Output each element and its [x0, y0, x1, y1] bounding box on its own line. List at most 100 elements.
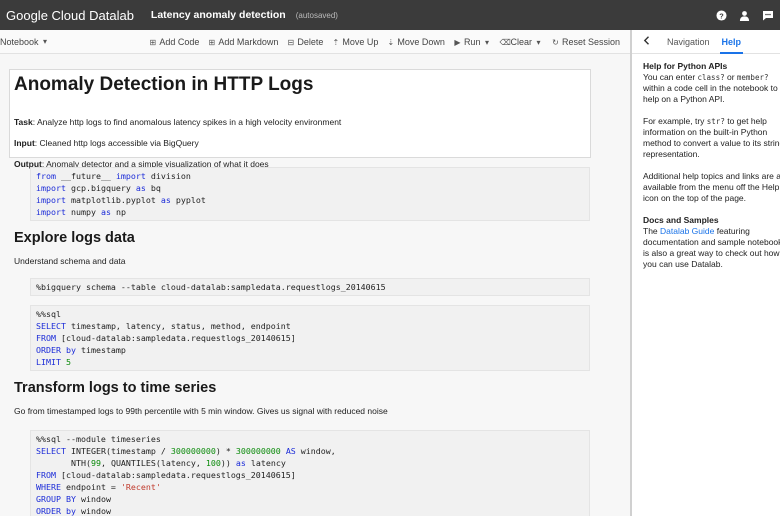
- code-keyword: WHERE: [36, 482, 61, 492]
- help-code-class: class?: [697, 73, 725, 82]
- code-cell-schema[interactable]: %bigquery schema --table cloud-datalab:s…: [30, 278, 590, 296]
- delete-button[interactable]: ⊟ Delete: [286, 37, 324, 47]
- notebook-menu[interactable]: Notebook ▾: [0, 37, 50, 47]
- play-icon: ▶: [454, 37, 461, 47]
- move-up-label: Move Up: [342, 37, 379, 47]
- move-down-button[interactable]: ⇣ Move Down: [386, 37, 445, 47]
- markdown-cell-intro[interactable]: Anomaly Detection in HTTP Logs Task: Ana…: [9, 69, 591, 169]
- tab-help[interactable]: Help: [719, 30, 743, 54]
- help-additional-section: Additional help topics and links are a a…: [643, 171, 780, 204]
- help-code-str: str?: [706, 117, 725, 126]
- help-heading: Help for Python APIs: [643, 61, 728, 71]
- code-line: from __future__ import division: [36, 171, 191, 181]
- plus-box-icon: ⊞: [149, 37, 157, 47]
- help-text: Additional help topics and links are a: [643, 171, 780, 181]
- move-up-button[interactable]: ⇡ Move Up: [331, 37, 379, 47]
- code-number: 100: [205, 458, 221, 468]
- code-keyword: import: [36, 195, 66, 205]
- plus-box-icon: ⊞: [208, 37, 216, 47]
- datalab-guide-link[interactable]: Datalab Guide: [660, 226, 714, 236]
- code-line: import matplotlib.pyplot as pyplot: [36, 195, 206, 205]
- caret-down-icon: ▾: [43, 37, 48, 46]
- code-line: FROM [cloud-datalab:sampledata.requestlo…: [36, 333, 296, 343]
- explore-text: Understand schema and data: [14, 256, 126, 266]
- help-text: featuring: [714, 226, 750, 236]
- input-label: Input: [14, 138, 35, 148]
- help-text: help on a Python API.: [643, 94, 725, 104]
- code-keyword: as: [135, 183, 146, 193]
- reset-session-button[interactable]: ↻ Reset Session: [551, 37, 620, 47]
- code-cell-timeseries[interactable]: %%sql --module timeseries SELECT INTEGER(…: [30, 430, 590, 516]
- help-text: You can enter: [643, 72, 698, 82]
- code-keyword: as: [100, 207, 111, 217]
- help-text: available from the menu off the Help: [643, 182, 780, 192]
- input-line: Input: Cleaned http logs accessible via …: [14, 138, 199, 148]
- code-line: NTH(99, QUANTILES(latency, 100)) as late…: [36, 458, 286, 468]
- code-number: 5: [65, 357, 71, 367]
- add-code-label: Add Code: [159, 37, 200, 47]
- chevron-left-icon[interactable]: [643, 36, 653, 47]
- help-example-section: For example, try str? to get help inform…: [643, 116, 780, 160]
- help-text: is also a great way to check out how: [643, 248, 780, 258]
- help-text: For example, try: [643, 116, 707, 126]
- code-cell-imports[interactable]: from __future__ import division import gc…: [30, 167, 590, 221]
- svg-text:?: ?: [719, 11, 724, 20]
- transform-heading: Transform logs to time series: [14, 380, 217, 396]
- code-keyword: ORDER by: [36, 345, 76, 355]
- code-line: GROUP BY window: [36, 494, 111, 504]
- code-keyword: as: [235, 458, 246, 468]
- code-line: SELECT timestamp, latency, status, metho…: [36, 321, 291, 331]
- code-keyword: LIMIT: [36, 357, 61, 367]
- code-keyword: FROM: [36, 470, 56, 480]
- help-text: within a code cell in the notebook to: [643, 83, 778, 93]
- toolbar-actions: ⊞ Add Code ⊞ Add Markdown ⊟ Delete ⇡ Mov…: [148, 30, 620, 54]
- minus-box-icon: ⊟: [287, 37, 295, 47]
- code-line: %%sql --module timeseries: [36, 434, 161, 444]
- arrow-down-icon: ⇣: [387, 37, 395, 47]
- help-text: method to convert a value to its string: [643, 138, 780, 148]
- caret-down-icon: ▾: [536, 37, 541, 47]
- help-text: The: [643, 226, 661, 236]
- code-line: ORDER by timestamp: [36, 345, 126, 355]
- add-markdown-button[interactable]: ⊞ Add Markdown: [207, 37, 278, 47]
- code-cell-sql-select[interactable]: %%sql SELECT timestamp, latency, status, …: [30, 305, 590, 371]
- code-keyword: import: [115, 171, 146, 181]
- arrow-up-icon: ⇡: [332, 37, 340, 47]
- help-text: or: [724, 72, 737, 82]
- app-logo[interactable]: Google Cloud Datalab: [6, 8, 134, 23]
- help-python-section: Help for Python APIs You can enter class…: [643, 61, 780, 105]
- input-text: : Cleaned http logs accessible via BigQu…: [34, 138, 199, 148]
- notebook-area: Anomaly Detection in HTTP Logs Task: Ana…: [0, 54, 630, 516]
- tab-navigation[interactable]: Navigation: [667, 37, 710, 47]
- code-keyword: SELECT: [36, 446, 66, 456]
- clear-button[interactable]: ⌫ Clear ▾: [499, 37, 543, 47]
- code-line: SELECT INTEGER(timestamp / 300000000) * …: [36, 446, 336, 456]
- add-markdown-label: Add Markdown: [218, 37, 279, 47]
- code-keyword: import: [36, 183, 66, 193]
- account-icon[interactable]: [738, 9, 751, 22]
- transform-text: Go from timestamped logs to 99th percent…: [14, 406, 388, 416]
- task-line: Task: Analyze http logs to find anomalou…: [14, 117, 341, 127]
- docs-samples-section: Docs and Samples The Datalab Guide featu…: [643, 215, 780, 270]
- add-code-button[interactable]: ⊞ Add Code: [148, 37, 199, 47]
- notebook-title[interactable]: Latency anomaly detection: [151, 9, 286, 21]
- notebook-toolbar: Notebook ▾ ⊞ Add Code ⊞ Add Markdown ⊟ D…: [0, 30, 630, 54]
- code-number: 99: [90, 458, 101, 468]
- code-line: WHERE endpoint = 'Recent': [36, 482, 161, 492]
- move-down-label: Move Down: [397, 37, 445, 47]
- side-panel-tabs: Navigation Help: [632, 30, 780, 54]
- page-title: Anomaly Detection in HTTP Logs: [14, 74, 314, 95]
- feedback-icon[interactable]: [761, 9, 774, 22]
- code-keyword: FROM: [36, 333, 56, 343]
- help-text: information on the built-in Python: [643, 127, 768, 137]
- code-keyword: GROUP BY: [36, 494, 76, 504]
- help-content: Help for Python APIs You can enter class…: [632, 54, 780, 270]
- run-button[interactable]: ▶ Run ▾: [453, 37, 492, 47]
- notebook-menu-label: Notebook: [0, 36, 39, 47]
- code-number: 300000000: [235, 446, 281, 456]
- code-keyword: import: [36, 207, 66, 217]
- code-line: import numpy as np: [36, 207, 126, 217]
- code-line: import gcp.bigquery as bq: [36, 183, 161, 193]
- help-icon[interactable]: ?: [715, 9, 728, 22]
- reset-session-label: Reset Session: [561, 37, 620, 47]
